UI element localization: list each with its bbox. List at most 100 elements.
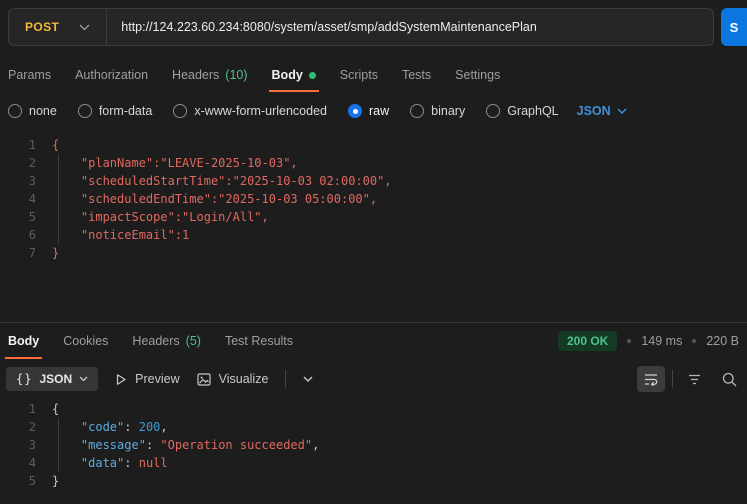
code-text: "code": 200,: [36, 418, 168, 436]
tab-label: Headers: [132, 334, 179, 348]
response-tab-body[interactable]: Body: [8, 323, 39, 359]
code-text: "planName":"LEAVE-2025-10-03",: [36, 154, 298, 172]
response-size[interactable]: 220 B: [706, 334, 739, 348]
body-mode-binary[interactable]: binary: [410, 104, 465, 118]
tab-settings[interactable]: Settings: [455, 58, 500, 92]
response-tabs: Body Cookies Headers (5) Test Results 200…: [0, 323, 747, 359]
tab-label: Test Results: [225, 334, 293, 348]
code-line[interactable]: 4 "data": null: [0, 454, 747, 472]
code-line[interactable]: 1{: [0, 136, 747, 154]
divider: [285, 370, 286, 388]
body-mode-none[interactable]: none: [8, 104, 57, 118]
radio-icon: [410, 104, 424, 118]
format-label: JSON: [39, 372, 72, 386]
code-text: }: [36, 472, 59, 490]
request-tabs: Params Authorization Headers(10) Body Sc…: [0, 58, 747, 92]
code-line[interactable]: 7}: [0, 244, 747, 262]
tab-params[interactable]: Params: [8, 58, 51, 92]
line-number: 2: [0, 154, 36, 172]
mode-label: raw: [369, 104, 389, 118]
tab-label: Settings: [455, 68, 500, 82]
play-icon: [115, 373, 127, 386]
line-number: 5: [0, 208, 36, 226]
indent-guide: [58, 454, 59, 472]
tab-label: Authorization: [75, 68, 148, 82]
tab-authorization[interactable]: Authorization: [75, 58, 148, 92]
tab-headers[interactable]: Headers(10): [172, 58, 247, 92]
tab-label: Scripts: [340, 68, 378, 82]
filter-button[interactable]: [680, 366, 708, 392]
wrap-text-button[interactable]: [637, 366, 665, 392]
chevron-down-icon: [617, 108, 627, 114]
code-text: "message": "Operation succeeded",: [36, 436, 319, 454]
request-url-bar: POST http://124.223.60.234:8080/system/a…: [8, 8, 747, 46]
response-time[interactable]: 149 ms: [641, 334, 682, 348]
send-button[interactable]: S: [721, 8, 747, 46]
code-line[interactable]: 1{: [0, 400, 747, 418]
indent-guide: [58, 154, 59, 172]
body-mode-raw[interactable]: raw: [348, 104, 389, 118]
mode-label: binary: [431, 104, 465, 118]
response-tab-cookies[interactable]: Cookies: [63, 323, 108, 359]
method-label: POST: [25, 20, 59, 34]
indent-guide: [58, 172, 59, 190]
tab-body[interactable]: Body: [272, 58, 316, 92]
code-text: "scheduledStartTime":"2025-10-03 02:00:0…: [36, 172, 392, 190]
code-line[interactable]: 2 "planName":"LEAVE-2025-10-03",: [0, 154, 747, 172]
method-selector[interactable]: POST: [9, 9, 106, 45]
response-body-editor[interactable]: 1{2 "code": 200,3 "message": "Operation …: [0, 400, 747, 490]
line-number: 5: [0, 472, 36, 490]
body-mode-urlencoded[interactable]: x-www-form-urlencoded: [173, 104, 327, 118]
code-line[interactable]: 3 "message": "Operation succeeded",: [0, 436, 747, 454]
request-body-editor[interactable]: 1{2 "planName":"LEAVE-2025-10-03",3 "sch…: [0, 136, 747, 262]
line-number: 4: [0, 454, 36, 472]
line-number: 4: [0, 190, 36, 208]
line-number: 6: [0, 226, 36, 244]
radio-icon: [486, 104, 500, 118]
raw-language-label: JSON: [577, 104, 611, 118]
line-number: 3: [0, 172, 36, 190]
tab-scripts[interactable]: Scripts: [340, 58, 378, 92]
chevron-down-icon[interactable]: [303, 376, 313, 382]
code-line[interactable]: 2 "code": 200,: [0, 418, 747, 436]
code-text: {: [36, 136, 59, 154]
body-mode-graphql[interactable]: GraphQL: [486, 104, 558, 118]
image-icon: [197, 373, 211, 386]
indent-guide: [58, 418, 59, 436]
tab-label: Cookies: [63, 334, 108, 348]
search-button[interactable]: [715, 366, 743, 392]
url-input[interactable]: http://124.223.60.234:8080/system/asset/…: [107, 20, 537, 34]
headers-count-badge: (5): [186, 334, 201, 348]
visualize-button[interactable]: Visualize: [197, 372, 269, 386]
code-line[interactable]: 5 "impactScope":"Login/All",: [0, 208, 747, 226]
code-text: "impactScope":"Login/All",: [36, 208, 269, 226]
code-line[interactable]: 6 "noticeEmail":1: [0, 226, 747, 244]
mode-label: form-data: [99, 104, 153, 118]
code-line[interactable]: 3 "scheduledStartTime":"2025-10-03 02:00…: [0, 172, 747, 190]
indent-guide: [58, 226, 59, 244]
body-mode-row: none form-data x-www-form-urlencoded raw…: [0, 98, 747, 124]
response-tab-test-results[interactable]: Test Results: [225, 323, 293, 359]
status-badge[interactable]: 200 OK: [558, 331, 617, 351]
code-line[interactable]: 4 "scheduledEndTime":"2025-10-03 05:00:0…: [0, 190, 747, 208]
tab-tests[interactable]: Tests: [402, 58, 431, 92]
response-format-select[interactable]: {} JSON: [6, 367, 98, 391]
code-text: "scheduledEndTime":"2025-10-03 05:00:00"…: [36, 190, 377, 208]
response-tab-headers[interactable]: Headers (5): [132, 323, 201, 359]
preview-button[interactable]: Preview: [115, 372, 179, 386]
response-meta: 200 OK 149 ms 220 B: [558, 331, 739, 351]
mode-label: GraphQL: [507, 104, 558, 118]
raw-language-select[interactable]: JSON: [577, 104, 627, 118]
tab-label: Params: [8, 68, 51, 82]
headers-count-badge: (10): [225, 68, 247, 82]
line-number: 3: [0, 436, 36, 454]
body-mode-form-data[interactable]: form-data: [78, 104, 153, 118]
line-number: 7: [0, 244, 36, 262]
mode-label: none: [29, 104, 57, 118]
response-toolbar-right: [637, 366, 743, 392]
chevron-down-icon: [79, 376, 88, 382]
line-number: 2: [0, 418, 36, 436]
dot-separator-icon: [692, 339, 696, 343]
code-line[interactable]: 5}: [0, 472, 747, 490]
tab-label: Body: [272, 68, 303, 82]
